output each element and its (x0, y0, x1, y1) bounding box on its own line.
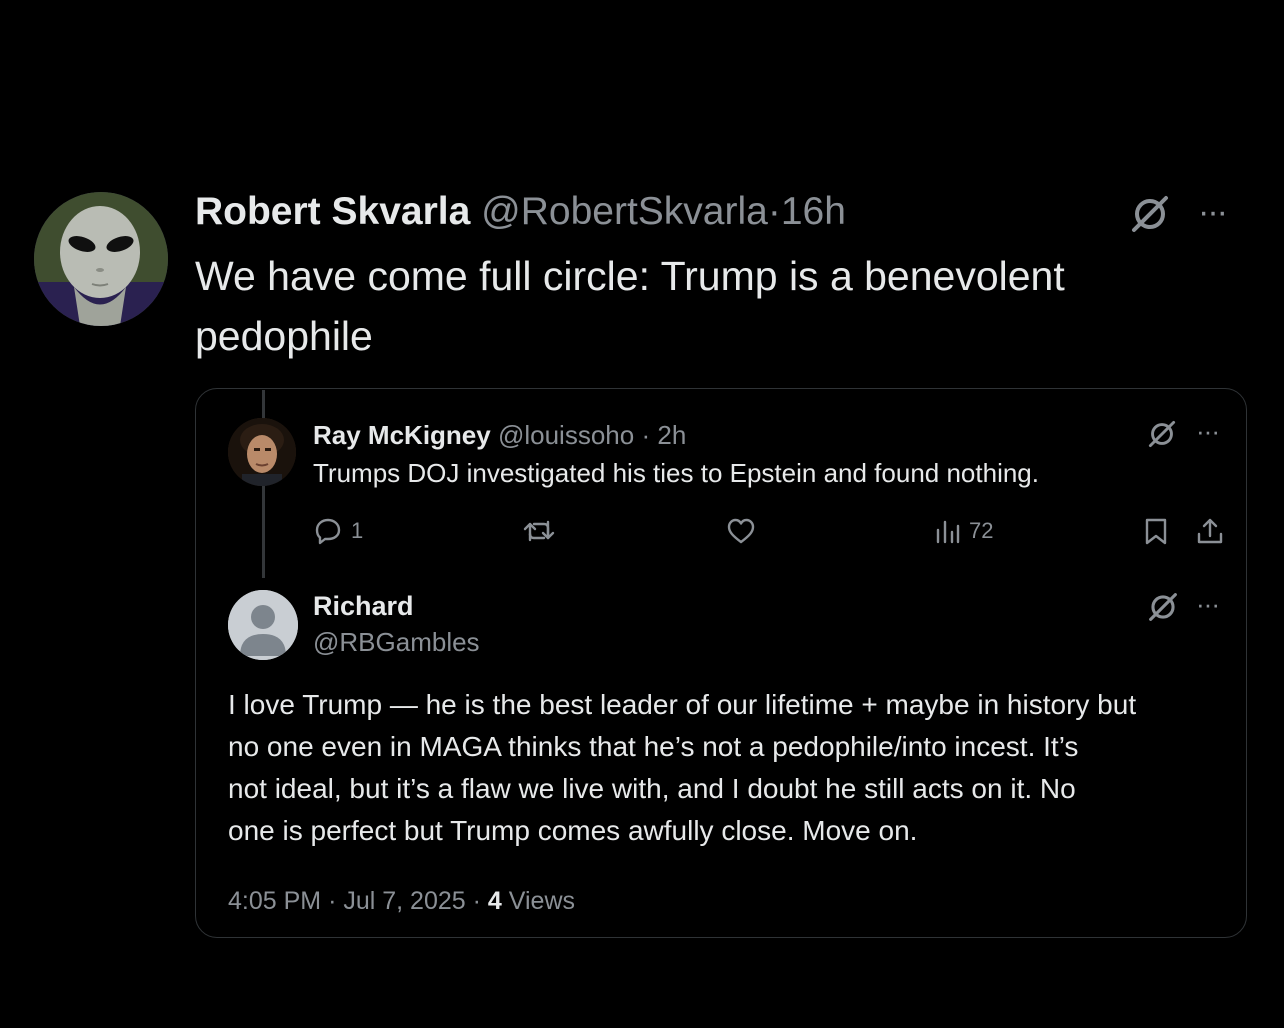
post-header: Robert Skvarla @RobertSkvarla·16h (195, 188, 846, 236)
meta-date[interactable]: Jul 7, 2025 (343, 887, 465, 915)
grok-icon[interactable] (1146, 590, 1180, 624)
meta-views-count: 4 (487, 887, 502, 915)
second-reply-text-line: one is perfect but Trump comes awfully c… (228, 815, 918, 846)
reply-author-avatar[interactable] (228, 418, 296, 486)
share-icon (1197, 518, 1223, 544)
bookmark-button[interactable] (1143, 514, 1169, 548)
reply-author-handle[interactable]: @louissoho (498, 420, 634, 450)
reply-time[interactable]: 2h (657, 420, 686, 450)
meta-time[interactable]: 4:05 PM (228, 887, 321, 915)
second-reply-text-line: I love Trump — he is the best leader of … (228, 689, 1137, 720)
author-avatar[interactable] (34, 192, 168, 326)
author-handle[interactable]: @RobertSkvarla (481, 190, 768, 233)
post-time[interactable]: 16h (781, 190, 846, 233)
main-post: Robert Skvarla @RobertSkvarla·16h ··· We… (0, 0, 1284, 1028)
reply-author-name[interactable]: Ray McKigney (313, 420, 491, 450)
bookmark-icon (1145, 518, 1167, 545)
repost-button[interactable] (523, 514, 555, 548)
grok-icon[interactable] (1128, 192, 1172, 236)
reply-header: Ray McKigney @louissoho · 2h (313, 418, 686, 452)
meta-views-label: Views (508, 887, 576, 915)
more-icon[interactable]: ··· (1198, 195, 1228, 229)
grok-icon[interactable] (1146, 418, 1178, 450)
reply-icon (315, 518, 341, 545)
like-icon (727, 518, 755, 544)
reply-count: 1 (351, 518, 364, 543)
more-icon[interactable]: ··· (1196, 418, 1220, 444)
separator-dot: · (767, 190, 781, 233)
reply-button[interactable]: 1 (313, 514, 363, 548)
second-reply-text-line: not ideal, but it’s a flaw we live with,… (228, 773, 1076, 804)
views-count: 72 (969, 518, 994, 543)
share-button[interactable] (1196, 514, 1224, 548)
separator-dot: · (328, 887, 337, 915)
like-button[interactable] (726, 514, 756, 548)
repost-icon (523, 520, 555, 542)
default-avatar[interactable] (228, 590, 298, 660)
author-name[interactable]: Robert Skvarla (195, 190, 470, 233)
second-reply-text-line: no one even in MAGA thinks that he’s not… (228, 731, 1079, 762)
views-icon (936, 520, 960, 544)
separator-dot: · (641, 420, 651, 450)
second-reply-author-name[interactable]: Richard (313, 589, 414, 623)
second-reply-text: I love Trump — he is the best leader of … (228, 684, 1238, 852)
more-icon[interactable]: ··· (1196, 591, 1220, 617)
post-text: We have come full circle: Trump is a ben… (195, 253, 1065, 359)
second-reply-author-handle[interactable]: @RBGambles (313, 625, 480, 659)
separator-dot: · (472, 887, 481, 915)
post-meta: 4:05 PM · Jul 7, 2025 · 4 Views (228, 884, 575, 918)
views-button[interactable]: 72 (935, 514, 993, 548)
reply-text: Trumps DOJ investigated his ties to Epst… (313, 458, 1039, 488)
